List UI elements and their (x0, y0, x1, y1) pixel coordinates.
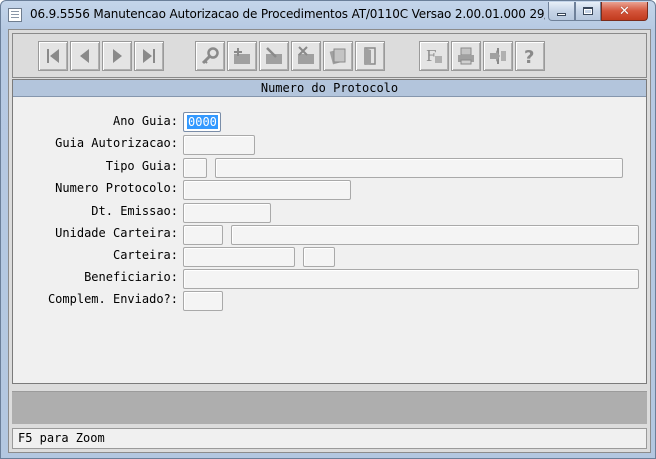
unidade-carteira-description-input[interactable] (231, 225, 639, 245)
carteira-label: Carteira: (112, 248, 178, 262)
title-bar[interactable]: 06.9.5556 Manutencao Autorizacao de Proc… (1, 1, 655, 29)
maximize-icon (583, 7, 593, 15)
client-area: F ? Numero do Protocolo Ano Guia: 0000 G… (8, 29, 651, 453)
door-exit-icon (364, 47, 376, 65)
ano-guia-input[interactable]: 0000 (183, 112, 221, 132)
delete-record-icon (298, 46, 314, 64)
beneficiario-input[interactable] (183, 269, 639, 289)
add-button[interactable] (227, 41, 257, 71)
maximize-button[interactable] (575, 2, 601, 21)
window-title: 06.9.5556 Manutencao Autorizacao de Proc… (30, 7, 545, 21)
minimize-button[interactable] (548, 2, 575, 21)
edit-button[interactable] (259, 41, 289, 71)
complem-enviado-label: Complem. Enviado?: (47, 292, 178, 306)
filter-button[interactable]: F (419, 41, 449, 71)
first-record-button[interactable] (38, 41, 68, 71)
key-search-icon (201, 47, 219, 65)
message-area (12, 391, 647, 424)
previous-record-button[interactable] (70, 41, 100, 71)
navigate-button[interactable] (483, 41, 513, 71)
tipo-guia-description-input[interactable] (215, 158, 623, 178)
edit-record-icon (266, 47, 282, 64)
toolbar: F ? (12, 33, 647, 78)
numero-protocolo-label: Numero Protocolo: (55, 181, 178, 195)
copy-button[interactable] (323, 41, 353, 71)
guia-autorizacao-input[interactable] (183, 135, 255, 155)
first-record-icon (47, 49, 59, 63)
help-icon: ? (524, 47, 534, 67)
ano-guia-label: Ano Guia: (112, 114, 178, 128)
panel-title: Numero do Protocolo (13, 80, 646, 97)
print-button[interactable] (451, 41, 481, 71)
unidade-carteira-label: Unidade Carteira: (55, 226, 178, 240)
guia-autorizacao-label: Guia Autorizacao: (55, 136, 178, 150)
last-record-button[interactable] (134, 41, 164, 71)
close-icon: ✕ (619, 3, 630, 19)
next-record-button[interactable] (102, 41, 132, 71)
tipo-guia-code-input[interactable] (183, 158, 207, 178)
dt-emissao-label: Dt. Emissao: (91, 204, 178, 218)
close-button[interactable]: ✕ (601, 2, 648, 21)
tipo-guia-label: Tipo Guia: (105, 159, 178, 173)
copy-record-icon (329, 48, 346, 65)
minimize-icon (557, 12, 566, 16)
app-window-icon[interactable] (8, 8, 22, 22)
status-bar: F5 para Zoom (12, 428, 647, 449)
help-button[interactable]: ? (515, 41, 545, 71)
previous-record-icon (80, 49, 89, 63)
form-panel: Numero do Protocolo Ano Guia: 0000 Guia … (12, 79, 647, 384)
svg-text:F: F (426, 47, 436, 65)
numero-protocolo-input[interactable] (183, 180, 351, 200)
navigate-icon (490, 48, 506, 64)
svg-text:?: ? (524, 47, 534, 67)
last-record-icon (143, 49, 155, 63)
carteira-digit-input[interactable] (303, 247, 335, 267)
delete-button[interactable] (291, 41, 321, 71)
exit-button[interactable] (355, 41, 385, 71)
app-window: 06.9.5556 Manutencao Autorizacao de Proc… (0, 0, 656, 459)
unidade-carteira-code-input[interactable] (183, 225, 223, 245)
dt-emissao-input[interactable] (183, 203, 271, 223)
beneficiario-label: Beneficiario: (84, 270, 178, 284)
search-button[interactable] (195, 41, 225, 71)
complem-enviado-input[interactable] (183, 291, 223, 311)
printer-icon (458, 47, 474, 65)
next-record-icon (113, 49, 122, 63)
carteira-input[interactable] (183, 247, 295, 267)
add-record-icon (234, 48, 250, 64)
ano-guia-value: 0000 (187, 115, 218, 129)
filter-icon: F (426, 47, 442, 65)
